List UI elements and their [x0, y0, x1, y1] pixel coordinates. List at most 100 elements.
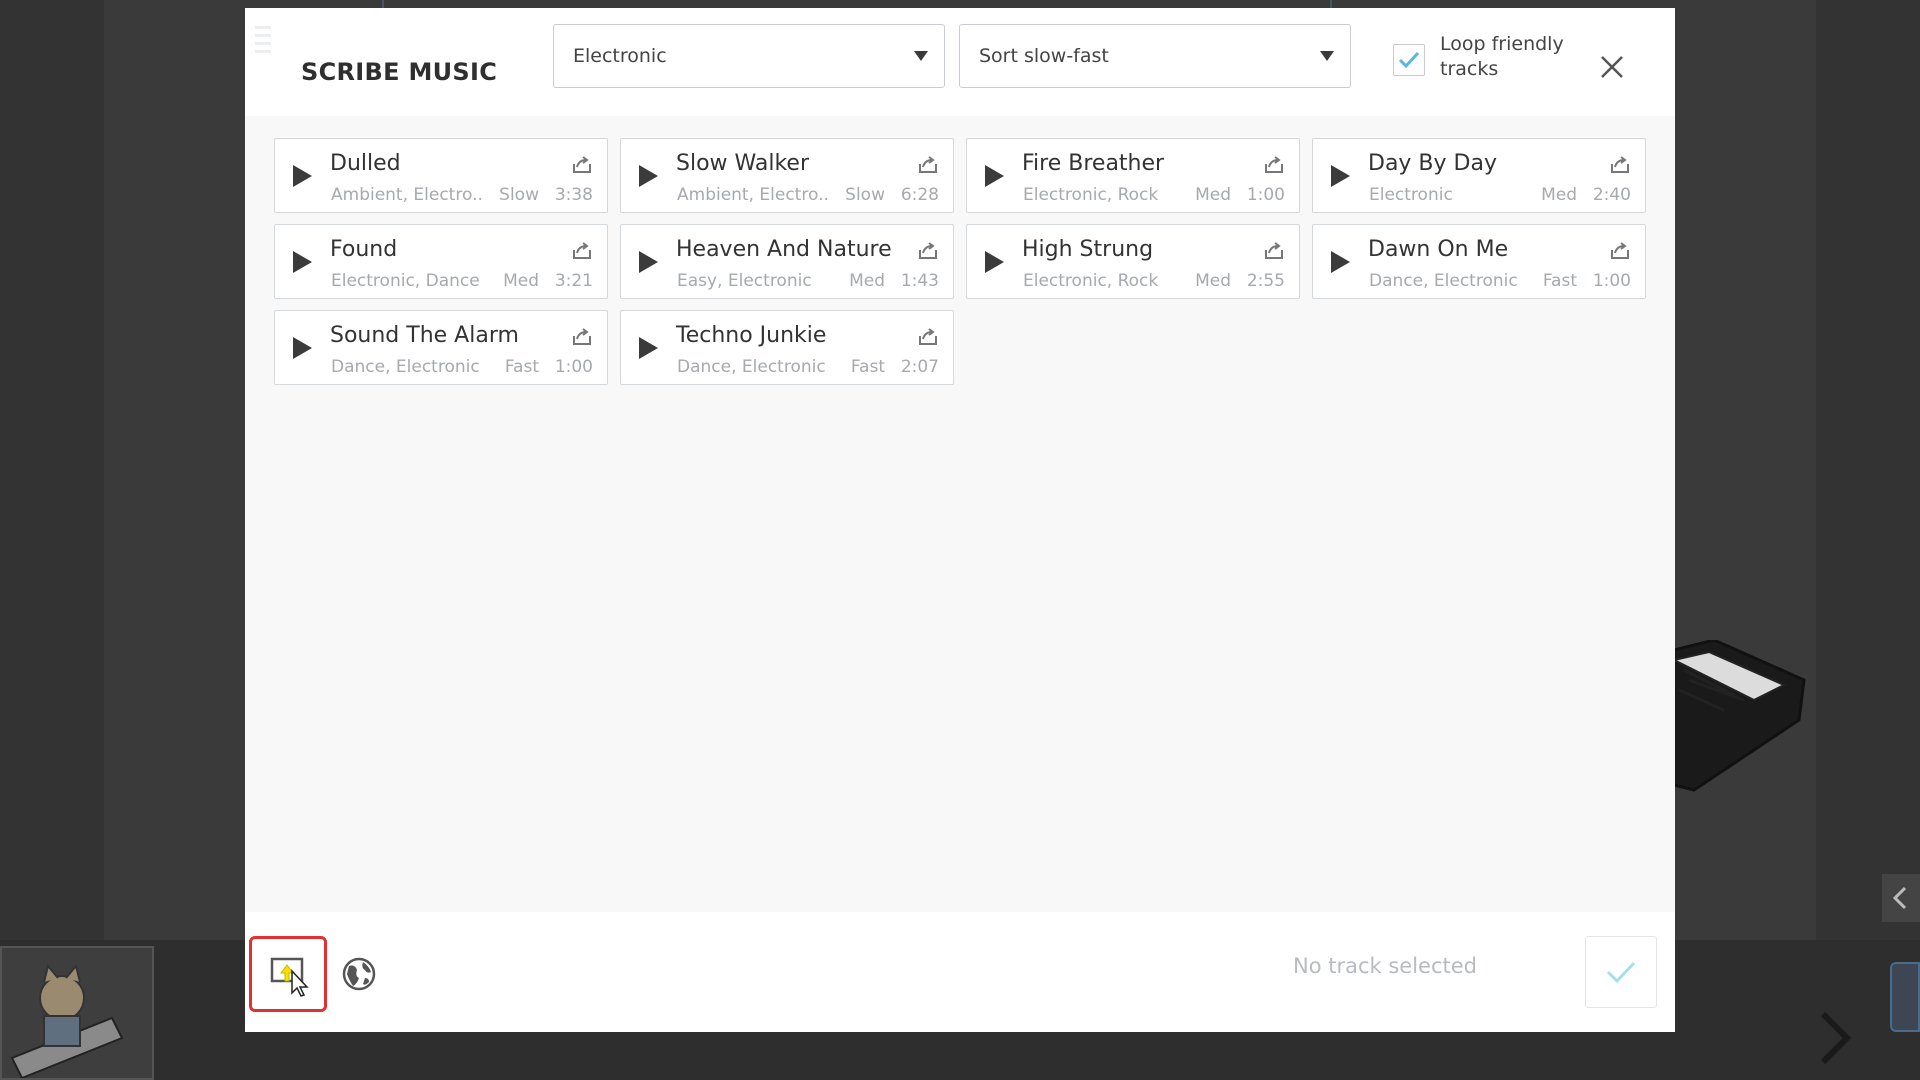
cursor-icon — [291, 969, 309, 997]
track-name: Day By Day — [1368, 151, 1497, 176]
track-duration: 2:55 — [1246, 271, 1285, 291]
track-speed: Med — [1195, 271, 1231, 291]
sort-select[interactable]: Sort slow-fast — [959, 24, 1351, 88]
track-genres: Electronic, Rock — [1023, 185, 1159, 205]
share-icon[interactable] — [1609, 241, 1631, 261]
track-name: Dawn On Me — [1368, 237, 1509, 262]
track-genres: Ambient, Electro.. — [331, 185, 483, 205]
track-speed: Med — [1195, 185, 1231, 205]
track-name: Fire Breather — [1022, 151, 1165, 176]
track-name: Dulled — [330, 151, 401, 176]
play-icon[interactable] — [293, 251, 312, 273]
track-name: Heaven And Nature — [676, 237, 892, 262]
share-icon[interactable] — [571, 327, 593, 347]
sort-select-value: Sort slow-fast — [979, 45, 1109, 67]
share-icon[interactable] — [571, 155, 593, 175]
track-duration: 3:21 — [554, 271, 593, 291]
track-duration: 1:00 — [1592, 271, 1631, 291]
track-duration: 2:07 — [900, 357, 939, 377]
play-icon[interactable] — [985, 251, 1004, 273]
genre-select[interactable]: Electronic — [553, 24, 945, 88]
track-speed: Med — [503, 271, 539, 291]
track-duration: 1:00 — [1246, 185, 1285, 205]
loop-friendly-checkbox[interactable] — [1393, 44, 1425, 76]
background-piano-drawing — [1674, 640, 1806, 792]
track-grid: Dulled Ambient, Electro.. Slow 3:38 Slow… — [274, 138, 1646, 385]
track-card[interactable]: Fire Breather Electronic, Rock Med 1:00 — [966, 138, 1300, 213]
check-icon — [1606, 961, 1636, 984]
play-icon[interactable] — [1331, 165, 1350, 187]
globe-icon[interactable] — [341, 956, 377, 992]
share-icon[interactable] — [917, 241, 939, 261]
track-card[interactable]: High Strung Electronic, Rock Med 2:55 — [966, 224, 1300, 299]
track-card[interactable]: Slow Walker Ambient, Electro.. Slow 6:28 — [620, 138, 954, 213]
share-icon[interactable] — [1263, 241, 1285, 261]
check-icon — [1398, 51, 1420, 69]
track-selection-status: No track selected — [1293, 954, 1477, 978]
track-name: High Strung — [1022, 237, 1154, 262]
track-name: Slow Walker — [676, 151, 809, 176]
track-name: Found — [330, 237, 398, 262]
track-genres: Electronic, Rock — [1023, 271, 1159, 291]
background-right-panel — [1816, 0, 1920, 940]
play-icon[interactable] — [293, 337, 312, 359]
track-speed: Med — [849, 271, 885, 291]
track-card[interactable]: Techno Junkie Dance, Electronic Fast 2:0… — [620, 310, 954, 385]
drag-grip-icon[interactable] — [255, 26, 273, 68]
track-card[interactable]: Day By Day Electronic Med 2:40 — [1312, 138, 1646, 213]
dialog-title: SCRIBE MUSIC — [301, 58, 498, 86]
chevron-left-icon — [1892, 886, 1907, 910]
share-icon[interactable] — [571, 241, 593, 261]
upload-button[interactable] — [249, 936, 327, 1012]
play-icon[interactable] — [1331, 251, 1350, 273]
track-duration: 1:43 — [900, 271, 939, 291]
track-card[interactable]: Found Electronic, Dance Med 3:21 — [274, 224, 608, 299]
track-speed: Slow — [499, 185, 539, 205]
track-duration: 1:00 — [554, 357, 593, 377]
track-genres: Dance, Electronic — [1369, 271, 1518, 291]
close-icon[interactable] — [1597, 52, 1627, 82]
track-speed: Fast — [504, 357, 539, 377]
upload-icon — [270, 957, 309, 997]
background-left-panel — [0, 0, 104, 940]
track-genres: Ambient, Electro.. — [677, 185, 829, 205]
track-card[interactable]: Sound The Alarm Dance, Electronic Fast 1… — [274, 310, 608, 385]
confirm-button[interactable] — [1585, 936, 1657, 1008]
track-genres: Electronic, Dance — [331, 271, 480, 291]
play-icon[interactable] — [639, 251, 658, 273]
track-name: Sound The Alarm — [330, 323, 519, 348]
track-duration: 3:38 — [554, 185, 593, 205]
track-duration: 6:28 — [900, 185, 939, 205]
scribe-music-dialog: SCRIBE MUSIC Electronic Sort slow-fast L… — [245, 8, 1675, 1032]
track-card[interactable]: Heaven And Nature Easy, Electronic Med 1… — [620, 224, 954, 299]
track-speed: Fast — [850, 357, 885, 377]
loop-friendly-label[interactable]: Loop friendly tracks — [1440, 32, 1570, 82]
track-list-area: Dulled Ambient, Electro.. Slow 3:38 Slow… — [245, 116, 1675, 912]
play-icon[interactable] — [639, 337, 658, 359]
play-icon[interactable] — [293, 165, 312, 187]
share-icon[interactable] — [1263, 155, 1285, 175]
dialog-header: SCRIBE MUSIC Electronic Sort slow-fast L… — [245, 8, 1675, 116]
background-side-tab — [1882, 874, 1920, 922]
track-genres: Dance, Electronic — [677, 357, 826, 377]
chevron-down-icon — [914, 51, 928, 61]
background-next-arrow-icon — [1820, 1011, 1852, 1065]
track-speed: Slow — [845, 185, 885, 205]
track-card[interactable]: Dawn On Me Dance, Electronic Fast 1:00 — [1312, 224, 1646, 299]
track-duration: 2:40 — [1592, 185, 1631, 205]
play-icon[interactable] — [639, 165, 658, 187]
track-speed: Med — [1541, 185, 1577, 205]
track-genres: Easy, Electronic — [677, 271, 812, 291]
chevron-down-icon — [1320, 51, 1334, 61]
share-icon[interactable] — [917, 327, 939, 347]
share-icon[interactable] — [917, 155, 939, 175]
dialog-footer: No track selected — [245, 912, 1675, 1032]
track-card[interactable]: Dulled Ambient, Electro.. Slow 3:38 — [274, 138, 608, 213]
genre-select-value: Electronic — [573, 45, 667, 67]
track-speed: Fast — [1542, 271, 1577, 291]
share-icon[interactable] — [1609, 155, 1631, 175]
background-scene-thumbnail — [0, 946, 154, 1080]
background-side-button — [1890, 962, 1920, 1032]
track-genres: Electronic — [1369, 185, 1453, 205]
play-icon[interactable] — [985, 165, 1004, 187]
